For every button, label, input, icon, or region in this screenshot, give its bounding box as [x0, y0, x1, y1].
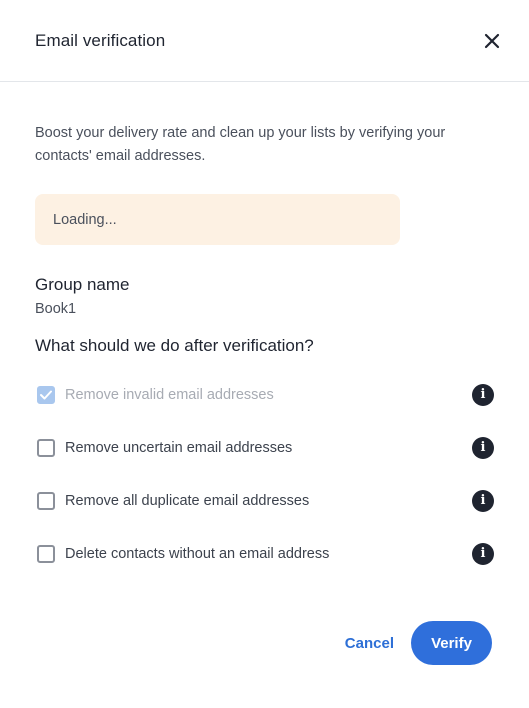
- modal-footer: Cancel Verify: [345, 621, 492, 665]
- group-name-value: Book1: [35, 301, 77, 317]
- option-label: Remove all duplicate email addresses: [65, 492, 310, 509]
- option-label: Delete contacts without an email address: [65, 545, 330, 562]
- verify-button[interactable]: Verify: [411, 621, 492, 665]
- delete-no-email-checkbox[interactable]: [37, 544, 55, 563]
- modal-title: Email verification: [35, 30, 166, 50]
- info-icon[interactable]: i: [472, 489, 494, 512]
- info-icon[interactable]: i: [472, 436, 494, 459]
- loading-text: Loading...: [53, 211, 117, 228]
- check-icon: [40, 390, 52, 399]
- info-icon[interactable]: i: [472, 383, 494, 406]
- loading-banner: Loading...: [35, 194, 400, 245]
- remove-invalid-checkbox[interactable]: [37, 385, 55, 404]
- cancel-button[interactable]: Cancel: [345, 635, 394, 652]
- option-remove-uncertain: Remove uncertain email addresses i: [35, 421, 494, 474]
- option-remove-invalid: Remove invalid email addresses i: [35, 368, 494, 421]
- info-icon[interactable]: i: [472, 542, 494, 565]
- modal-body: Boost your delivery rate and clean up yo…: [0, 122, 529, 580]
- modal-header: Email verification: [0, 0, 529, 82]
- option-remove-duplicates: Remove all duplicate email addresses i: [35, 474, 494, 527]
- email-verification-modal: Email verification Boost your delivery r…: [0, 0, 529, 708]
- option-delete-no-email: Delete contacts without an email address…: [35, 527, 494, 580]
- options-question: What should we do after verification?: [35, 336, 314, 355]
- group-name-label: Group name: [35, 275, 130, 294]
- option-label: Remove invalid email addresses: [65, 386, 274, 403]
- remove-uncertain-checkbox[interactable]: [37, 438, 55, 457]
- description-text: Boost your delivery rate and clean up yo…: [35, 125, 446, 164]
- close-icon: [484, 33, 500, 48]
- options-list: Remove invalid email addresses i Remove …: [35, 368, 494, 580]
- close-button[interactable]: [481, 30, 503, 52]
- option-label: Remove uncertain email addresses: [65, 439, 293, 456]
- remove-duplicates-checkbox[interactable]: [37, 491, 55, 510]
